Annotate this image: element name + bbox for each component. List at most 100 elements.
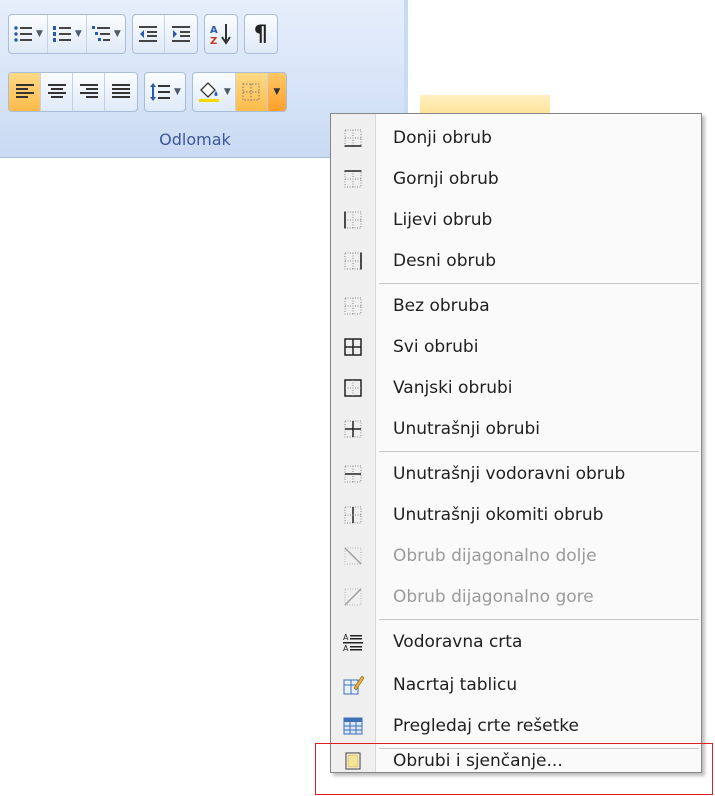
menu-item-label: Obrub dijagonalno gore <box>393 587 594 607</box>
indent-buttons-group <box>131 14 198 54</box>
show-marks-group: ¶ <box>243 14 278 54</box>
inside-horizontal-border-icon <box>331 454 375 494</box>
menu-item-diagonal-down-border[interactable]: Obrub dijagonalno dolje <box>331 536 701 576</box>
align-center-icon <box>47 84 66 98</box>
all-borders-icon <box>331 327 375 367</box>
menu-item-label: Bez obruba <box>393 296 490 316</box>
chevron-down-icon[interactable]: ▼ <box>36 29 43 39</box>
align-right-icon <box>79 84 98 98</box>
paint-bucket-icon <box>198 82 219 102</box>
menu-item-draw-table[interactable]: Nacrtaj tablicu <box>331 665 701 705</box>
bullets-icon <box>14 26 32 42</box>
menu-item-top-border[interactable]: Gornji obrub <box>331 159 701 199</box>
menu-item-all-borders[interactable]: Svi obrubi <box>331 327 701 367</box>
menu-item-borders-and-shading[interactable]: Obrubi i sjenčanje... <box>331 750 701 772</box>
menu-item-inside-borders[interactable]: Unutrašnji obrubi <box>331 409 701 449</box>
menu-separator <box>379 748 699 749</box>
menu-item-label: Lijevi obrub <box>393 210 493 230</box>
diagonal-up-border-icon <box>331 577 375 617</box>
chevron-down-icon[interactable]: ▼ <box>224 87 231 97</box>
menu-item-bottom-border[interactable]: Donji obrub <box>331 118 701 158</box>
bottom-border-icon <box>331 118 375 158</box>
align-right-button[interactable] <box>73 73 105 111</box>
sort-glyph-a: A <box>210 25 218 36</box>
pilcrow-icon: ¶ <box>253 21 268 47</box>
menu-separator <box>379 619 699 620</box>
align-center-button[interactable] <box>41 73 73 111</box>
ribbon-row-1: ▼ ▼ ▼ A Z ¶ <box>8 14 278 54</box>
line-spacing-icon <box>150 83 170 101</box>
menu-item-no-border[interactable]: Bez obruba <box>331 286 701 326</box>
alignment-group <box>8 72 138 112</box>
draw-table-icon <box>331 665 375 705</box>
borders-dropdown-menu: Donji obrub Gornji obrub Lijevi obrub De… <box>330 113 702 773</box>
menu-item-diagonal-up-border[interactable]: Obrub dijagonalno gore <box>331 577 701 617</box>
svg-text:A: A <box>343 633 349 642</box>
menu-item-label: Desni obrub <box>393 251 497 271</box>
diagonal-down-border-icon <box>331 536 375 576</box>
bullets-button[interactable]: ▼ <box>9 15 48 53</box>
sort-group: A Z <box>203 14 238 54</box>
menu-item-label: Svi obrubi <box>393 337 479 357</box>
outside-borders-icon <box>331 368 375 408</box>
inside-vertical-border-icon <box>331 495 375 535</box>
decrease-indent-icon <box>139 26 158 42</box>
chevron-down-icon[interactable]: ▼ <box>174 87 181 97</box>
multilevel-list-icon <box>91 26 110 41</box>
right-border-icon <box>331 241 375 281</box>
menu-item-label: Donji obrub <box>393 128 492 148</box>
menu-item-label: Unutrašnji vodoravni obrub <box>393 464 626 484</box>
shading-button[interactable]: ▼ <box>193 73 236 111</box>
menu-item-label: Obrub dijagonalno dolje <box>393 546 597 566</box>
increase-indent-icon <box>171 26 190 42</box>
chevron-down-icon[interactable]: ▼ <box>75 29 82 39</box>
menu-item-right-border[interactable]: Desni obrub <box>331 241 701 281</box>
borders-button[interactable] <box>235 73 268 111</box>
menu-item-horizontal-line[interactable]: AA Vodoravna crta <box>331 622 701 662</box>
multilevel-list-button[interactable]: ▼ <box>87 15 125 53</box>
numbering-icon <box>52 26 71 42</box>
menu-item-inside-vertical-border[interactable]: Unutrašnji okomiti obrub <box>331 495 701 535</box>
justify-icon <box>112 84 130 98</box>
menu-item-left-border[interactable]: Lijevi obrub <box>331 200 701 240</box>
align-left-icon <box>15 84 34 98</box>
menu-item-view-gridlines[interactable]: Pregledaj crte rešetke <box>331 706 701 746</box>
borders-dropdown-button[interactable]: ▼ <box>267 73 286 111</box>
no-border-icon <box>331 286 375 326</box>
menu-separator <box>379 451 699 452</box>
menu-item-label: Vanjski obrubi <box>393 378 513 398</box>
menu-item-label: Unutrašnji obrubi <box>393 419 541 439</box>
view-gridlines-icon <box>331 706 375 746</box>
ribbon-row-2: ▼ ▼ ▼ <box>8 72 287 112</box>
menu-item-label: Gornji obrub <box>393 169 499 189</box>
svg-text:A: A <box>343 644 349 653</box>
borders-and-shading-icon <box>331 750 375 772</box>
justify-button[interactable] <box>105 73 137 111</box>
ribbon-background-highlight <box>420 95 550 115</box>
decrease-indent-button[interactable] <box>133 15 165 53</box>
align-left-button[interactable] <box>9 73 41 111</box>
menu-item-label: Unutrašnji okomiti obrub <box>393 505 604 525</box>
inside-borders-icon <box>331 409 375 449</box>
sort-az-icon: A Z <box>210 24 231 46</box>
increase-indent-button[interactable] <box>165 15 197 53</box>
chevron-down-icon[interactable]: ▼ <box>273 87 280 97</box>
list-buttons-group: ▼ ▼ ▼ <box>8 14 126 54</box>
shading-border-group: ▼ ▼ <box>191 72 287 112</box>
numbering-button[interactable]: ▼ <box>48 15 87 53</box>
menu-item-label: Nacrtaj tablicu <box>393 675 518 695</box>
line-spacing-group: ▼ <box>144 72 186 112</box>
horizontal-line-icon: AA <box>331 622 375 662</box>
menu-item-label: Pregledaj crte rešetke <box>393 716 579 736</box>
menu-item-label: Obrubi i sjenčanje... <box>393 751 563 771</box>
line-spacing-button[interactable]: ▼ <box>145 73 185 111</box>
top-border-icon <box>331 159 375 199</box>
sort-button[interactable]: A Z <box>205 15 237 53</box>
menu-item-label: Vodoravna crta <box>393 632 523 652</box>
menu-item-outside-borders[interactable]: Vanjski obrubi <box>331 368 701 408</box>
menu-item-inside-horizontal-border[interactable]: Unutrašnji vodoravni obrub <box>331 454 701 494</box>
menu-separator <box>379 283 699 284</box>
show-hide-marks-button[interactable]: ¶ <box>245 15 277 53</box>
sort-glyph-z: Z <box>210 36 217 46</box>
chevron-down-icon[interactable]: ▼ <box>114 29 121 39</box>
